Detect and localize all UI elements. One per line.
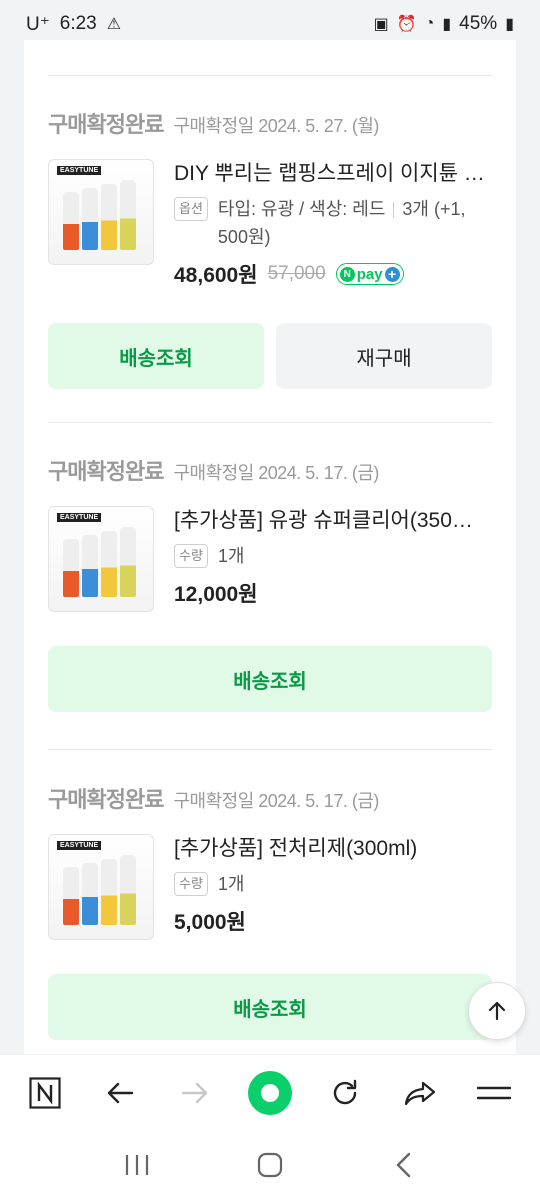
quantity-tag: 수량 — [174, 872, 208, 896]
option-tag: 옵션 — [174, 197, 208, 221]
naver-home-button[interactable] — [17, 1065, 73, 1121]
price: 48,600원 — [174, 264, 258, 287]
refresh-icon — [333, 1079, 356, 1104]
thumbnail-logo: EASYTUNE — [57, 513, 102, 522]
system-back-button[interactable] — [373, 1140, 433, 1190]
share-icon — [404, 1081, 435, 1105]
refresh-button[interactable] — [317, 1065, 373, 1121]
order-list: 구매확정완료 구매확정일 2024. 5. 27. (월) EASYTUNE D… — [24, 40, 516, 1054]
order-status: 구매확정완료 — [48, 112, 164, 137]
product-title[interactable]: [추가상품] 전처리제(300ml) — [174, 834, 492, 864]
order-item: 구매확정완료 구매확정일 2024. 5. 17. (금) EASYTUNE [… — [48, 454, 492, 712]
order-date: 구매확정일 2024. 5. 27. (월) — [173, 116, 379, 136]
alarm-icon: ⏰ — [396, 16, 417, 33]
thumbnail-logo: EASYTUNE — [57, 166, 102, 175]
product-title[interactable]: DIY 뿌리는 랩핑스프레이 이지튠 … — [174, 159, 492, 189]
track-delivery-button[interactable]: 배송조회 — [48, 323, 264, 389]
divider — [48, 749, 492, 750]
browser-toolbar — [0, 1054, 540, 1130]
plus-icon: + — [384, 266, 400, 282]
back-icon — [397, 1152, 411, 1178]
back-arrow-icon — [108, 1082, 134, 1103]
lock-icon: ▣ — [373, 16, 389, 33]
order-item: 구매확정완료 구매확정일 2024. 5. 17. (금) EASYTUNE [… — [48, 782, 492, 1040]
warning-icon: ⚠ — [106, 16, 122, 33]
home-icon — [257, 1152, 283, 1178]
menu-icon — [477, 1086, 512, 1099]
divider — [48, 75, 492, 76]
price: 5,000원 — [174, 911, 246, 934]
naver-n-icon — [29, 1076, 62, 1109]
npay-badge: N pay + — [335, 263, 404, 285]
battery-label: 45% — [459, 13, 498, 34]
wifi-icon: ◔ — [424, 15, 435, 32]
arrow-up-icon — [488, 1001, 506, 1021]
green-dot-button[interactable] — [242, 1065, 298, 1121]
repurchase-button[interactable]: 재구매 — [276, 323, 492, 389]
home-button[interactable] — [240, 1140, 300, 1190]
android-navigation-bar — [0, 1130, 540, 1200]
npay-n-icon: N — [339, 266, 355, 282]
back-button[interactable] — [92, 1065, 148, 1121]
order-date: 구매확정일 2024. 5. 17. (금) — [173, 791, 379, 811]
divider — [48, 422, 492, 423]
quantity-tag: 수량 — [174, 544, 208, 568]
order-item: 구매확정완료 구매확정일 2024. 5. 27. (월) EASYTUNE D… — [48, 107, 492, 389]
original-price: 57,000 — [267, 263, 326, 284]
recent-apps-button[interactable] — [107, 1140, 167, 1190]
share-button[interactable] — [392, 1065, 448, 1121]
carrier-label: U⁺ — [26, 13, 50, 35]
product-thumbnail[interactable]: EASYTUNE — [48, 159, 154, 265]
green-dot-icon — [247, 1070, 292, 1115]
order-status: 구매확정완료 — [48, 787, 164, 812]
option-text: 타입: 유광 / 색상: 레드 — [217, 199, 386, 219]
time-label: 6:23 — [59, 13, 97, 34]
signal-icon: ▮ — [442, 16, 452, 33]
order-date: 구매확정일 2024. 5. 17. (금) — [173, 463, 379, 483]
product-thumbnail[interactable]: EASYTUNE — [48, 834, 154, 940]
scroll-top-button[interactable] — [468, 982, 526, 1040]
order-status: 구매확정완료 — [48, 459, 164, 484]
product-thumbnail[interactable]: EASYTUNE — [48, 506, 154, 612]
price: 12,000원 — [174, 583, 258, 606]
quantity-text: 1개 — [217, 546, 245, 566]
forward-button[interactable] — [167, 1065, 223, 1121]
recent-apps-icon — [125, 1155, 148, 1175]
quantity-text: 1개 — [217, 874, 245, 894]
track-delivery-button[interactable]: 배송조회 — [48, 974, 492, 1040]
track-delivery-button[interactable]: 배송조회 — [48, 646, 492, 712]
npay-label: pay — [356, 265, 383, 283]
menu-button[interactable] — [466, 1065, 522, 1121]
forward-arrow-icon — [181, 1082, 208, 1103]
product-title[interactable]: [추가상품] 유광 슈퍼클리어(350… — [174, 506, 492, 536]
battery-icon: ▮ — [505, 16, 514, 33]
thumbnail-logo: EASYTUNE — [57, 841, 102, 850]
